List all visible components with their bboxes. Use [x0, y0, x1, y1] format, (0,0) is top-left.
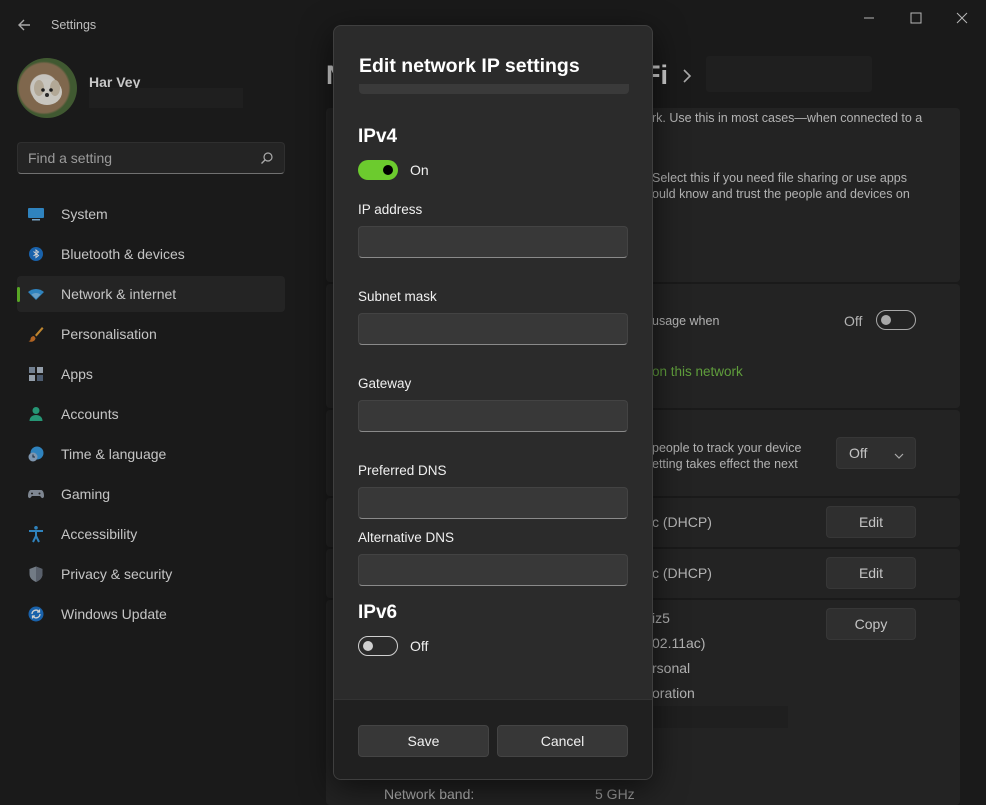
ip-address-label: IP address — [358, 202, 423, 217]
ipv4-toggle-state: On — [410, 162, 429, 178]
ipv4-toggle[interactable] — [358, 160, 398, 180]
preferred-dns-label: Preferred DNS — [358, 463, 447, 478]
ipv6-heading: IPv6 — [358, 602, 398, 623]
ip-address-input[interactable] — [358, 226, 628, 258]
gateway-input[interactable] — [358, 400, 628, 432]
cancel-button[interactable]: Cancel — [497, 725, 628, 757]
save-button[interactable]: Save — [358, 725, 489, 757]
alternative-dns-label: Alternative DNS — [358, 530, 455, 545]
gateway-label: Gateway — [358, 376, 412, 391]
subnet-mask-label: Subnet mask — [358, 289, 437, 304]
subnet-mask-input[interactable] — [358, 313, 628, 345]
dialog-footer: Save Cancel — [334, 699, 652, 779]
scrolled-content-edge — [359, 84, 629, 94]
dialog-title: Edit network IP settings — [359, 55, 580, 77]
ipv6-toggle-state: Off — [410, 638, 429, 654]
alternative-dns-input[interactable] — [358, 554, 628, 586]
ipv4-heading: IPv4 — [358, 126, 398, 147]
edit-ip-settings-dialog: Edit network IP settings IPv4 On IP addr… — [333, 25, 653, 780]
preferred-dns-input[interactable] — [358, 487, 628, 519]
ipv6-toggle[interactable] — [358, 636, 398, 656]
